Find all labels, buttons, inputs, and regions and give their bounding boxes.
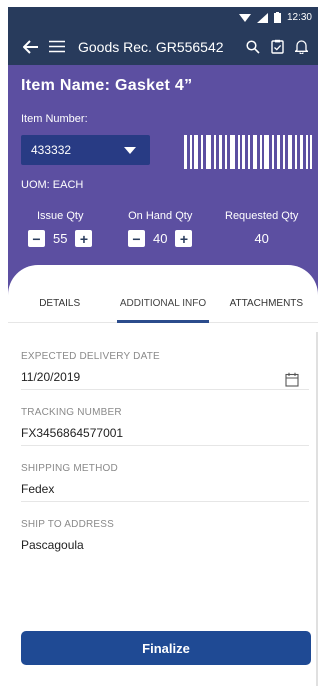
tab-attachments[interactable]: ATTACHMENTS — [215, 288, 318, 322]
notifications-button[interactable] — [290, 36, 312, 58]
issue-qty-decrement-button[interactable]: − — [28, 230, 45, 247]
status-bar: 12:30 — [8, 7, 318, 28]
uom-label: UOM: EACH — [21, 179, 84, 191]
on-hand-qty-increment-button[interactable]: + — [175, 230, 193, 247]
requested-qty-group: Requested Qty 40 — [225, 210, 298, 247]
signal-icon — [256, 12, 268, 23]
tracking-number-label: TRACKING NUMBER — [21, 407, 122, 418]
shipping-method-field[interactable]: SHIPPING METHOD Fedex — [21, 463, 309, 502]
battery-icon — [273, 12, 281, 23]
on-hand-qty-value: 40 — [153, 231, 168, 246]
tracking-number-value: FX3456864577001 — [21, 426, 124, 440]
search-icon — [246, 39, 260, 54]
clipboard-icon — [270, 39, 284, 54]
back-button[interactable] — [20, 36, 42, 58]
clipboard-button[interactable] — [266, 36, 288, 58]
bell-icon — [294, 40, 308, 54]
tab-attachments-label: ATTACHMENTS — [229, 298, 304, 309]
details-sheet: DETAILS ADDITIONAL INFO ATTACHMENTS EXPE… — [8, 265, 318, 686]
issue-qty-label: Issue Qty — [37, 210, 84, 222]
item-number-value: 433332 — [31, 143, 72, 157]
back-arrow-icon — [23, 39, 38, 54]
shipping-method-label: SHIPPING METHOD — [21, 463, 118, 474]
on-hand-qty-group: On Hand Qty − 40 + — [128, 210, 193, 247]
ship-to-address-value: Pascagoula — [21, 538, 84, 552]
chevron-down-icon — [124, 147, 136, 154]
expected-delivery-date-field[interactable]: EXPECTED DELIVERY DATE 11/20/2019 — [21, 351, 309, 390]
scrollbar[interactable] — [316, 332, 318, 686]
tab-additional-info-label: ADDITIONAL INFO — [119, 298, 207, 309]
ship-to-address-field[interactable]: SHIP TO ADDRESS Pascagoula — [21, 519, 309, 557]
shipping-method-value: Fedex — [21, 482, 55, 496]
expected-delivery-date-label: EXPECTED DELIVERY DATE — [21, 351, 160, 362]
item-number-dropdown[interactable]: 433332 — [21, 135, 150, 165]
item-name: Item Name: Gasket 4” — [21, 77, 193, 94]
menu-icon — [49, 40, 65, 53]
item-number-label: Item Number: — [21, 113, 88, 125]
requested-qty-label: Requested Qty — [225, 210, 299, 222]
search-button[interactable] — [242, 36, 264, 58]
barcode-icon — [184, 135, 312, 169]
wifi-icon — [238, 13, 251, 22]
issue-qty-group: Issue Qty − 55 + — [28, 210, 93, 247]
tracking-number-field[interactable]: TRACKING NUMBER FX3456864577001 — [21, 407, 309, 446]
finalize-button[interactable]: Finalize — [21, 631, 311, 665]
page-title: Goods Rec. GR556542 — [78, 38, 224, 55]
status-time: 12:30 — [286, 12, 312, 23]
on-hand-qty-label: On Hand Qty — [128, 210, 193, 222]
issue-qty-value: 55 — [53, 231, 68, 246]
tab-bar: DETAILS ADDITIONAL INFO ATTACHMENTS — [8, 288, 318, 323]
app-bar: Goods Rec. GR556542 — [8, 28, 318, 65]
requested-qty-value: 40 — [254, 231, 269, 246]
on-hand-qty-decrement-button[interactable]: − — [128, 230, 145, 247]
expected-delivery-date-value: 11/20/2019 — [21, 370, 81, 384]
ship-to-address-label: SHIP TO ADDRESS — [21, 519, 115, 530]
tab-additional-info[interactable]: ADDITIONAL INFO — [111, 288, 214, 323]
issue-qty-increment-button[interactable]: + — [75, 230, 93, 247]
tab-details-label: DETAILS — [39, 298, 81, 309]
tab-details[interactable]: DETAILS — [8, 288, 111, 322]
calendar-icon[interactable] — [285, 372, 299, 387]
phone-screen: 12:30 Goods Rec. GR556542 Item Name: Gas… — [8, 7, 318, 686]
menu-button[interactable] — [46, 36, 68, 58]
